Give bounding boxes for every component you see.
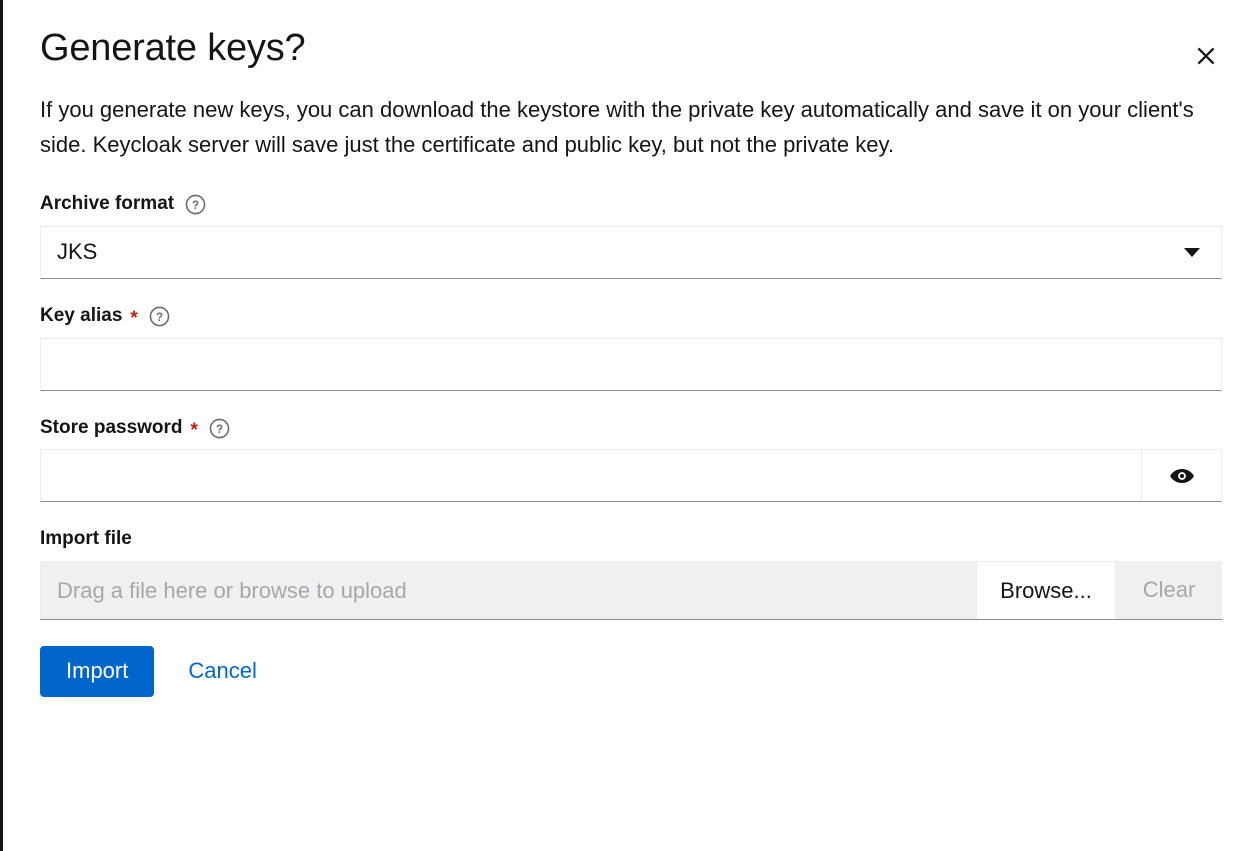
browse-button[interactable]: Browse... [976, 561, 1116, 620]
import-file-label-text: Import file [40, 528, 132, 550]
archive-format-selected-value: JKS [57, 239, 98, 265]
question-circle-icon[interactable]: ? [185, 194, 206, 215]
cancel-button[interactable]: Cancel [166, 646, 278, 697]
store-password-input[interactable] [41, 450, 1141, 502]
svg-text:?: ? [156, 312, 163, 324]
key-alias-label-text: Key alias [40, 304, 123, 326]
archive-format-toggle[interactable] [1163, 227, 1221, 278]
close-icon [1194, 44, 1218, 68]
svg-text:?: ? [192, 200, 199, 212]
form-group-key-alias: Key alias * ? [40, 305, 1222, 391]
caret-down-icon [1184, 247, 1200, 257]
archive-format-label: Archive format ? [40, 193, 1222, 216]
form-group-store-password: Store password * ? [40, 417, 1222, 503]
store-password-label: Store password * ? [40, 417, 1222, 440]
modal-footer: Import Cancel [40, 646, 1222, 698]
close-button[interactable] [1184, 34, 1228, 78]
file-upload-control: Drag a file here or browse to upload Bro… [40, 561, 1222, 621]
import-file-label: Import file [40, 528, 1222, 551]
generate-keys-modal: Generate keys? If you generate new keys,… [0, 0, 1258, 851]
page-title: Generate keys? [40, 27, 306, 69]
required-indicator: * [130, 307, 138, 329]
form-group-archive-format: Archive format ? JKS [40, 193, 1222, 279]
archive-format-select[interactable]: JKS [40, 225, 1222, 279]
generate-keys-form: Archive format ? JKS Key alias * ? Store… [40, 193, 1222, 621]
key-alias-input[interactable] [40, 337, 1222, 391]
form-group-import-file: Import file Drag a file here or browse t… [40, 528, 1222, 621]
import-button[interactable]: Import [40, 646, 155, 698]
file-drop-zone[interactable]: Drag a file here or browse to upload [40, 561, 976, 620]
toggle-password-visibility-button[interactable] [1141, 450, 1221, 502]
modal-description: If you generate new keys, you can downlo… [40, 96, 1194, 158]
question-circle-icon[interactable]: ? [149, 306, 170, 327]
clear-button: Clear [1116, 561, 1222, 620]
store-password-label-text: Store password [40, 416, 183, 438]
store-password-input-group [40, 449, 1222, 503]
question-circle-icon[interactable]: ? [209, 418, 230, 439]
key-alias-label: Key alias * ? [40, 305, 1222, 328]
required-indicator: * [190, 419, 198, 441]
archive-format-label-text: Archive format [40, 193, 175, 215]
modal-header: Generate keys? [40, 0, 1222, 70]
svg-text:?: ? [216, 424, 223, 436]
eye-icon [1169, 463, 1195, 489]
